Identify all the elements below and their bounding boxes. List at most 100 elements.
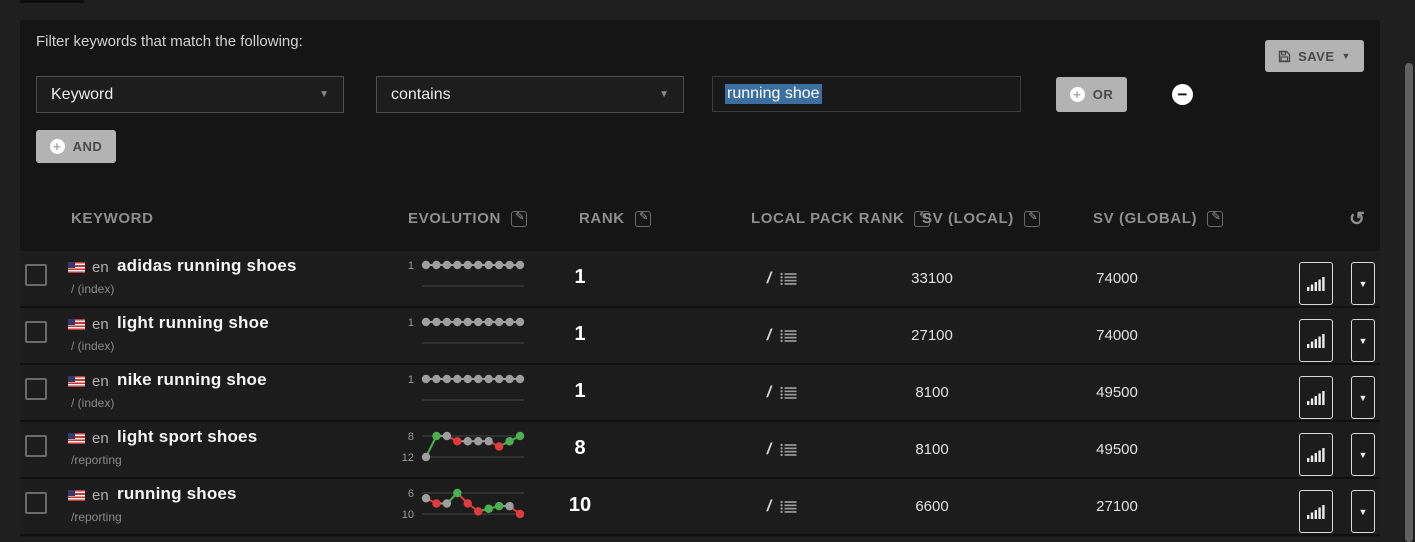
or-button-label: OR [1093, 87, 1114, 102]
evolution-axis-top-label: 8 [378, 431, 414, 443]
us-flag-icon [68, 319, 85, 330]
local-pack-list-icon[interactable] [780, 500, 797, 514]
flag-canton [68, 262, 75, 268]
rank-value: 10 [535, 494, 625, 517]
row-checkbox[interactable] [25, 264, 47, 286]
floppy-disk-icon [1278, 50, 1291, 63]
row-dropdown-button[interactable]: ▼ [1351, 262, 1375, 305]
column-header-rank[interactable]: RANK ✎ [579, 210, 651, 227]
row-dropdown-button[interactable]: ▼ [1351, 319, 1375, 362]
local-pack-cell: / [720, 251, 844, 306]
us-flag-icon [68, 262, 85, 273]
and-button-label: AND [73, 139, 103, 154]
local-pack-list-icon[interactable] [780, 329, 797, 343]
column-header-evolution[interactable]: EVOLUTION ✎ [408, 210, 527, 227]
table-row: en light running shoe / (index) 1 1 / 27… [20, 308, 1380, 365]
us-flag-icon [68, 376, 85, 387]
bar-chart-icon [1307, 447, 1325, 462]
column-header-sv-global[interactable]: SV (GLOBAL) ✎ [1093, 210, 1223, 227]
language-label: en [92, 373, 109, 390]
sv-local-value: 6600 [870, 498, 994, 515]
evolution-sparkline [420, 483, 526, 523]
row-chart-button[interactable] [1299, 376, 1333, 419]
keyword-path: / (index) [71, 282, 114, 296]
row-dropdown-button[interactable]: ▼ [1351, 433, 1375, 476]
flag-canton [68, 376, 75, 382]
evolution-sparkline [420, 426, 526, 466]
edit-column-icon[interactable]: ✎ [511, 211, 527, 227]
row-dropdown-button[interactable]: ▼ [1351, 376, 1375, 419]
vertical-scrollbar[interactable] [1405, 63, 1413, 542]
keyword-path: /reporting [71, 510, 122, 524]
row-checkbox[interactable] [25, 321, 47, 343]
keyword-link[interactable]: adidas running shoes [117, 256, 297, 276]
us-flag-icon [68, 433, 85, 444]
evolution-axis-top-label: 1 [378, 260, 414, 272]
filter-field-select[interactable]: Keyword ▼ [36, 76, 344, 113]
filter-value-selected-text: running shoe [725, 84, 822, 104]
remove-condition-icon[interactable]: − [1172, 84, 1193, 105]
chevron-down-icon: ▼ [1342, 51, 1351, 61]
row-chart-button[interactable] [1299, 433, 1333, 476]
filter-title: Filter keywords that match the following… [36, 33, 303, 50]
evolution-axis-top-label: 6 [378, 488, 414, 500]
row-checkbox[interactable] [25, 435, 47, 457]
local-pack-list-icon[interactable] [780, 272, 797, 286]
rank-value: 1 [535, 380, 625, 403]
sv-local-value: 33100 [870, 270, 994, 287]
reset-filters-icon[interactable]: ↺ [1349, 208, 1365, 231]
row-dropdown-button[interactable]: ▼ [1351, 490, 1375, 533]
keyword-path: /reporting [71, 453, 122, 467]
row-checkbox[interactable] [25, 492, 47, 514]
bar-chart-icon [1307, 504, 1325, 519]
local-pack-list-icon[interactable] [780, 386, 797, 400]
column-header-sv-local[interactable]: SV (LOCAL) ✎ [922, 210, 1040, 227]
evolution-sparkline [420, 255, 526, 295]
filter-operator-value: contains [391, 86, 451, 104]
evolution-axis-bottom-label: 10 [378, 509, 414, 521]
or-button[interactable]: + OR [1056, 77, 1127, 112]
keyword-link[interactable]: light sport shoes [117, 427, 257, 447]
language-label: en [92, 430, 109, 447]
row-chart-button[interactable] [1299, 319, 1333, 362]
save-button[interactable]: SAVE ▼ [1265, 40, 1364, 72]
column-header-keyword[interactable]: KEYWORD [71, 210, 154, 227]
edit-column-icon[interactable]: ✎ [635, 211, 651, 227]
evolution-axis-top-label: 1 [378, 374, 414, 386]
filter-value-input[interactable]: running shoe [712, 76, 1021, 112]
edit-column-icon[interactable]: ✎ [1024, 211, 1040, 227]
column-header-local-pack-rank[interactable]: LOCAL PACK RANK ✎ [751, 210, 930, 227]
sv-global-value: 74000 [1055, 327, 1179, 344]
edit-column-icon[interactable]: ✎ [1207, 211, 1223, 227]
row-checkbox[interactable] [25, 378, 47, 400]
keyword-link[interactable]: nike running shoe [117, 370, 267, 390]
keyword-link[interactable]: light running shoe [117, 313, 269, 333]
table-row: en nike running shoe / (index) 1 1 / 810… [20, 365, 1380, 422]
local-pack-list-icon[interactable] [780, 443, 797, 457]
row-chart-button[interactable] [1299, 262, 1333, 305]
rank-value: 1 [535, 266, 625, 289]
keyword-path: / (index) [71, 396, 114, 410]
local-pack-cell: / [720, 308, 844, 363]
flag-canton [68, 490, 75, 496]
save-button-label: SAVE [1298, 49, 1334, 64]
table-row: en light sport shoes /reporting 8 12 8 /… [20, 422, 1380, 479]
language-label: en [92, 259, 109, 276]
row-chart-button[interactable] [1299, 490, 1333, 533]
keyword-link[interactable]: running shoes [117, 484, 237, 504]
plus-circle-icon: + [1070, 87, 1085, 102]
and-button[interactable]: + AND [36, 130, 116, 163]
sv-local-value: 8100 [870, 384, 994, 401]
sv-local-value: 27100 [870, 327, 994, 344]
local-pack-value: / [767, 498, 771, 516]
filter-operator-select[interactable]: contains ▼ [376, 76, 684, 113]
table-row: en running shoes /reporting 6 10 10 / 66… [20, 479, 1380, 536]
sv-global-value: 49500 [1055, 441, 1179, 458]
local-pack-value: / [767, 327, 771, 345]
local-pack-value: / [767, 270, 771, 288]
flag-canton [68, 319, 75, 325]
local-pack-cell: / [720, 479, 844, 534]
rank-value: 8 [535, 437, 625, 460]
language-label: en [92, 487, 109, 504]
local-pack-cell: / [720, 422, 844, 477]
